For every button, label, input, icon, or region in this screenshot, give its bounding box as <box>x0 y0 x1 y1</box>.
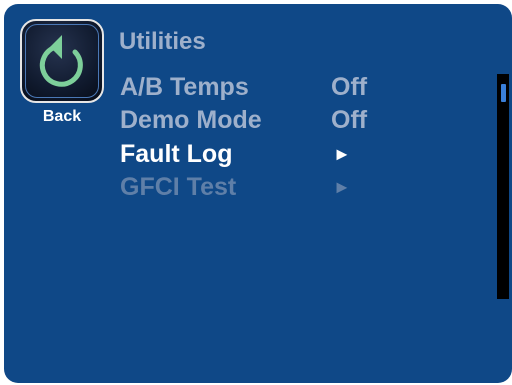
back-arrow-icon <box>39 35 83 87</box>
menu-item-value: Off <box>331 73 368 101</box>
chevron-right-icon: ► <box>333 144 351 164</box>
menu-item-label: Fault Log <box>120 140 233 168</box>
back-label[interactable]: Back <box>20 107 104 127</box>
menu-item-fault-log[interactable]: Fault Log ► <box>120 138 490 170</box>
menu-item-gfci-test[interactable]: GFCI Test ► <box>120 171 490 203</box>
scrollbar-thumb[interactable] <box>501 84 506 102</box>
menu-item-label: Demo Mode <box>120 106 262 134</box>
screen-title: Utilities <box>119 28 206 55</box>
menu-item-label: A/B Temps <box>120 73 249 101</box>
back-button[interactable] <box>20 19 104 103</box>
chevron-right-icon: ► <box>333 177 351 197</box>
menu-item-value: Off <box>331 106 368 134</box>
scrollbar-track[interactable] <box>497 74 509 299</box>
menu-item-ab-temps[interactable]: A/B Temps Off <box>120 71 490 103</box>
menu-item-label: GFCI Test <box>120 173 237 201</box>
menu-item-demo-mode[interactable]: Demo Mode Off <box>120 104 490 136</box>
